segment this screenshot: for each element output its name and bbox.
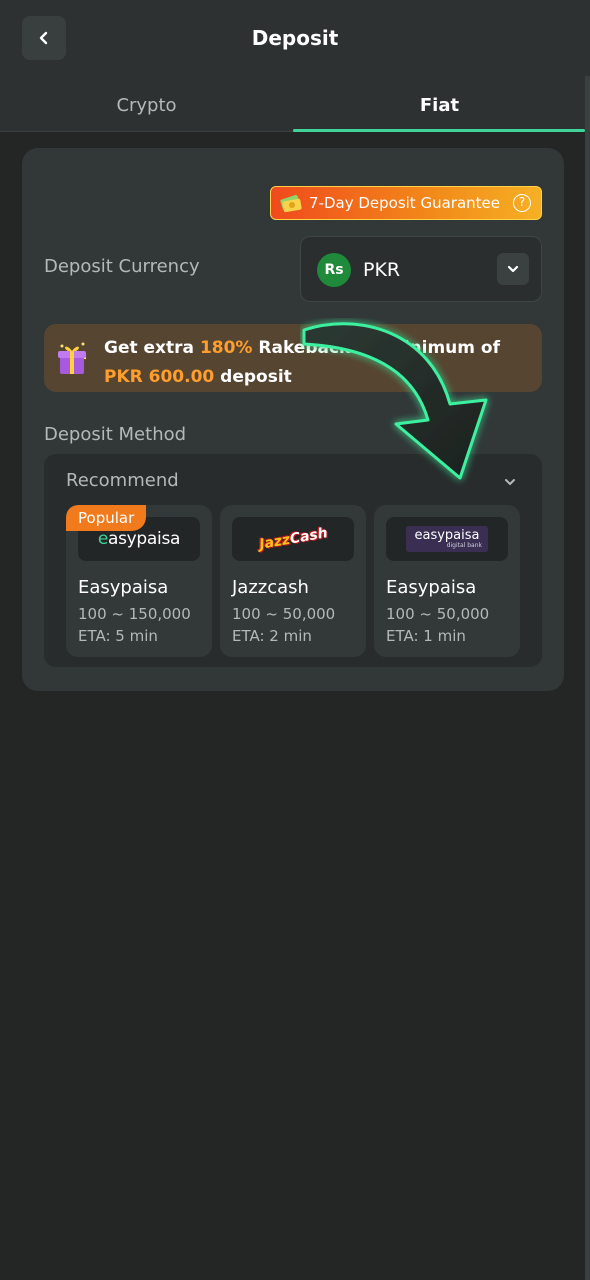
chevron-down-icon[interactable] <box>502 474 518 490</box>
method-name: Easypaisa <box>386 577 477 598</box>
scrollbar[interactable] <box>585 76 590 1280</box>
top-bar: Deposit <box>0 0 590 78</box>
money-icon <box>280 194 302 213</box>
jazzcash-logo: JazzCash <box>232 517 354 561</box>
method-range: 100 ~ 50,000 <box>232 605 336 623</box>
jazzcash-logo-a: Jazz <box>257 531 291 553</box>
easypaisa-logo-rest: asypaisa <box>108 529 181 549</box>
promo-suffix: of <box>475 338 500 358</box>
gift-icon <box>58 342 87 374</box>
method-eta: ETA: 2 min <box>232 627 312 645</box>
rakeback-promo[interactable]: Get extra 180% Rakeback on minimum of PK… <box>44 324 542 392</box>
method-eta: ETA: 1 min <box>386 627 466 645</box>
promo-percent: 180% <box>199 338 253 358</box>
easypaisa-digital-logo-text: easypaisa <box>414 528 480 543</box>
jazzcash-logo-b: Cash <box>288 525 329 548</box>
active-tab-indicator <box>293 129 585 132</box>
promo-amount: PKR 600.00 <box>104 367 215 387</box>
tab-crypto[interactable]: Crypto <box>0 78 293 132</box>
guarantee-label: 7-Day Deposit Guarantee <box>309 194 500 212</box>
help-icon[interactable]: ? <box>513 194 531 212</box>
promo-obscured: minimum <box>385 338 475 358</box>
methods-box: Recommend easypaisa Popular Easypaisa 10… <box>44 454 542 667</box>
recommend-label: Recommend <box>66 470 179 491</box>
promo-prefix: Get extra <box>104 338 200 358</box>
currency-select[interactable]: Rs PKR <box>300 236 542 302</box>
guarantee-banner[interactable]: 7-Day Deposit Guarantee ? <box>270 186 542 220</box>
method-range: 100 ~ 150,000 <box>78 605 191 623</box>
rupee-icon: Rs <box>317 253 351 287</box>
payment-method-easypaisa-digital[interactable]: easypaisa digital bank Easypaisa 100 ~ 5… <box>374 505 520 657</box>
easypaisa-digital-logo-sub: digital bank <box>446 542 482 549</box>
promo-text: Get extra 180% Rakeback on minimum of PK… <box>104 334 524 392</box>
chevron-down-icon <box>507 265 519 273</box>
promo-middle: Rakeback on <box>252 338 386 358</box>
currency-value: PKR <box>363 259 401 281</box>
easypaisa-digital-logo: easypaisa digital bank <box>386 517 508 561</box>
payment-method-jazzcash[interactable]: JazzCash Jazzcash 100 ~ 50,000 ETA: 2 mi… <box>220 505 366 657</box>
tab-bar: Crypto Fiat <box>0 78 590 132</box>
currency-dropdown-button[interactable] <box>497 253 529 285</box>
deposit-currency-label: Deposit Currency <box>44 256 200 277</box>
deposit-method-label: Deposit Method <box>44 424 187 445</box>
method-name: Easypaisa <box>78 577 169 598</box>
method-eta: ETA: 5 min <box>78 627 158 645</box>
payment-method-easypaisa[interactable]: easypaisa Popular Easypaisa 100 ~ 150,00… <box>66 505 212 657</box>
deposit-card: 7-Day Deposit Guarantee ? Deposit Curren… <box>22 148 564 691</box>
promo-tail: deposit <box>214 367 292 387</box>
method-name: Jazzcash <box>232 577 309 598</box>
page-title: Deposit <box>251 26 339 50</box>
tab-fiat[interactable]: Fiat <box>293 78 586 132</box>
popular-badge: Popular <box>66 505 147 531</box>
easypaisa-logo-e: e <box>97 529 108 549</box>
method-range: 100 ~ 50,000 <box>386 605 490 623</box>
